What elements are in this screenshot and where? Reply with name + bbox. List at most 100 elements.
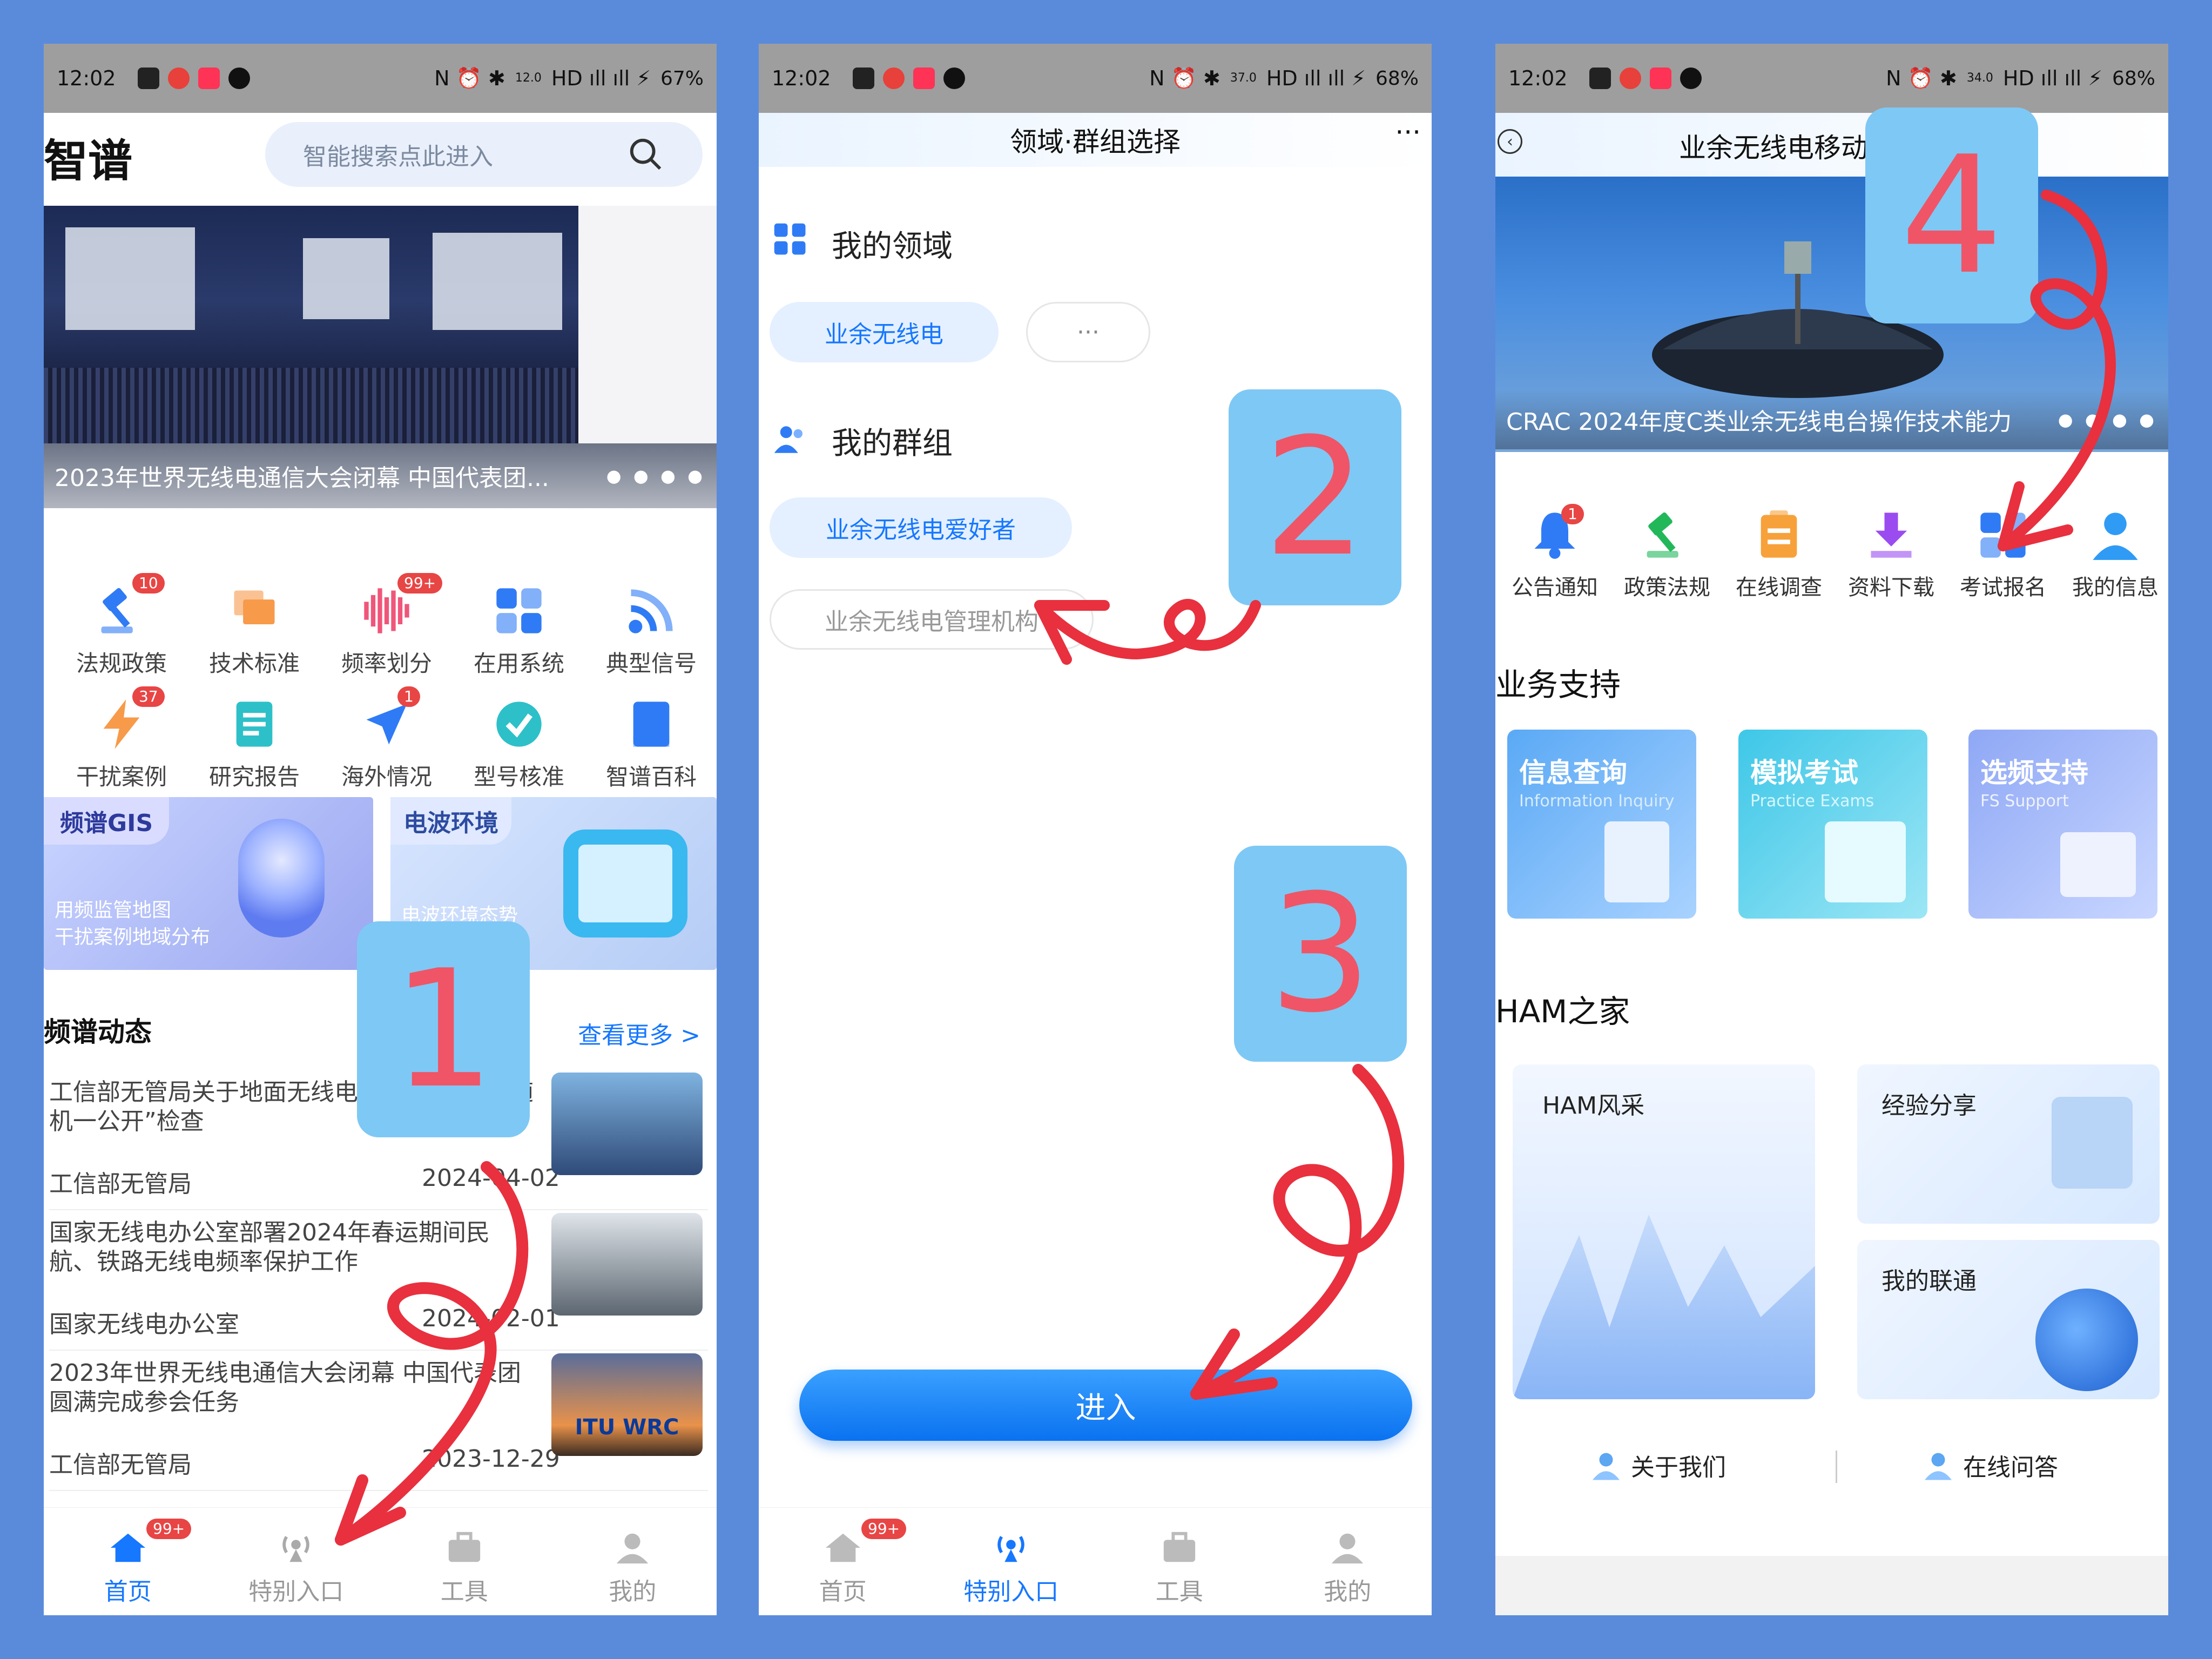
bell-icon: 1 [1528,504,1584,562]
fs-support-card[interactable]: 选频支持 FS Support [1968,730,2157,919]
home-icon [821,1529,865,1567]
group-chip-selected[interactable]: 业余无线电爱好者 [770,497,1072,558]
badge-count: 99+ [397,573,443,594]
tab-badge: 99+ [861,1519,907,1539]
tab-label: 工具 [440,1578,488,1606]
badge-count: 10 [132,573,165,594]
menu-label: 我的信息 [2072,575,2159,600]
domain-icon [773,222,808,258]
battery-level: 67% [660,67,704,90]
app-notification-icon [137,68,159,89]
gavel-icon: 10 [95,573,165,638]
badge-count: 37 [132,686,165,707]
app-logo-title: 智谱 [44,136,133,187]
report-icon [227,697,281,751]
search-icon[interactable] [627,136,665,173]
info-query-card[interactable]: 信息查询 Information Inquiry [1507,730,1696,919]
feature-plane-item[interactable]: 1 海外情况 [333,686,441,792]
apps-icon [492,584,546,638]
search-placeholder: 智能搜索点此进入 [303,143,493,171]
news-banner[interactable]: 2023年世界无线电通信大会闭幕 中国代表团... ● ● ● ● [44,206,717,508]
app-notification-icon [1589,68,1611,89]
status-time: 12:02 [57,66,116,90]
feature-gavel-item[interactable]: 10 法规政策 [68,573,176,678]
menu-label: 政策法规 [1624,575,1710,600]
feature-apps-item[interactable]: 在用系统 [465,584,573,678]
gis-line1: 用频监管地图 [55,899,172,921]
user-icon [611,1529,654,1567]
exam-paper-icon [1825,821,1906,902]
practice-exam-card[interactable]: 模拟考试 Practice Exams [1738,730,1927,919]
gis-card[interactable]: 频谱GIS 用频监管地图 干扰案例地域分布 [44,797,373,970]
page-title: 领域·群组选择 [1010,126,1181,158]
status-bar: 12:02 N ⏰ ✱ 37.0 HD ıll ıll ⚡ 68% [759,44,1432,113]
menu-label: 考试报名 [1960,575,2046,600]
feature-rss-item[interactable]: 典型信号 [597,584,705,678]
menu-gavel-item[interactable]: 政策法规 [1613,508,1721,601]
signal-icon: HD ıll ıll ⚡ [1266,66,1366,90]
netease-icon [1619,68,1641,89]
tab-mine[interactable]: 我的 [549,1508,717,1615]
tab-mine[interactable]: 我的 [1264,1508,1432,1615]
antenna-icon [989,1529,1033,1567]
tab-home[interactable]: 首页 99+ [759,1508,927,1615]
page-title: 业余无线电移动 [1679,132,1868,164]
gis-title: 频谱GIS [44,797,170,845]
tab-home[interactable]: 首页 99+ [44,1508,212,1615]
about-us-link[interactable]: 关于我们 [1590,1448,1726,1482]
experience-share-card[interactable]: 经验分享 [1857,1064,2160,1224]
tab-label: 首页 [819,1578,867,1606]
page-header: ‹ 业余无线电移动 [1495,113,2168,177]
back-icon[interactable]: ‹ [1498,129,1522,154]
feature-lightning-item[interactable]: 37 干扰案例 [68,686,176,792]
tab-tools[interactable]: 工具 [1095,1508,1264,1615]
ham-style-card[interactable]: HAM风采 [1513,1064,1815,1399]
menu-download-item[interactable]: 资料下载 [1837,508,1945,601]
feature-label: 智谱百科 [605,764,697,790]
card-title: 信息查询 [1519,757,1627,788]
feature-label: 研究报告 [208,764,300,790]
domain-chip-more[interactable]: ··· [1026,302,1150,362]
plane-icon: 1 [360,686,420,751]
my-connect-card[interactable]: 我的联通 [1857,1240,2160,1399]
menu-bell-item[interactable]: 1 公告通知 [1501,504,1609,601]
feature-book-item[interactable]: 智谱百科 [597,697,705,792]
card-subtitle: Information Inquiry [1519,792,1675,811]
document-search-icon [1604,821,1669,902]
online-qa-link[interactable]: 在线问答 [1922,1448,2058,1482]
user-icon [1925,1453,1952,1480]
video-icon [198,68,220,89]
wechat-icon [943,68,965,89]
user-icon [1593,1453,1620,1480]
more-menu-button[interactable]: ··· [1395,117,1421,148]
view-more-link[interactable]: 查看更多 > [578,1016,700,1050]
carousel-dots: ● ● ● ● [606,466,706,486]
wechat-icon [228,68,250,89]
flag-icon [227,584,281,638]
thumbnail-text: ITU WRC [575,1415,679,1440]
feature-report-item[interactable]: 研究报告 [200,697,308,792]
feature-label: 在用系统 [473,650,564,677]
tab-label: 特别入口 [963,1578,1059,1606]
check-icon [492,697,546,751]
status-time: 12:02 [1508,66,1568,90]
card-title: 经验分享 [1881,1092,1977,1120]
feature-check-item[interactable]: 型号核准 [465,697,573,792]
search-bar[interactable]: 智能搜索点此进入 [265,122,703,187]
tab-label: 我的 [609,1578,657,1606]
nfc-icon: N ⏰ ✱ [434,66,505,90]
news-thumbnail: ITU WRC [551,1353,703,1456]
feature-flag-item[interactable]: 技术标准 [200,584,308,678]
feature-waveform-item[interactable]: 99+ 频率划分 [333,573,443,678]
netease-icon [167,68,190,89]
status-time: 12:02 [772,66,831,90]
nfc-icon: N ⏰ ✱ [1886,66,1957,90]
menu-clipboard-item[interactable]: 在线调查 [1725,508,1833,601]
tab-special[interactable]: 特别入口 [927,1508,1096,1615]
status-bar: 12:02 N ⏰ ✱ 12.0 HD ıll ıll ⚡ 67% [44,44,717,113]
banner-caption: 2023年世界无线电通信大会闭幕 中国代表团... ● ● ● ● [44,443,717,508]
video-icon [913,68,935,89]
env-title: 电波环境 [390,797,511,845]
domain-chip-selected[interactable]: 业余无线电 [770,302,999,362]
phone-screen-domain-select: 12:02 N ⏰ ✱ 37.0 HD ıll ıll ⚡ 68% 领域·群组选… [759,44,1432,1615]
